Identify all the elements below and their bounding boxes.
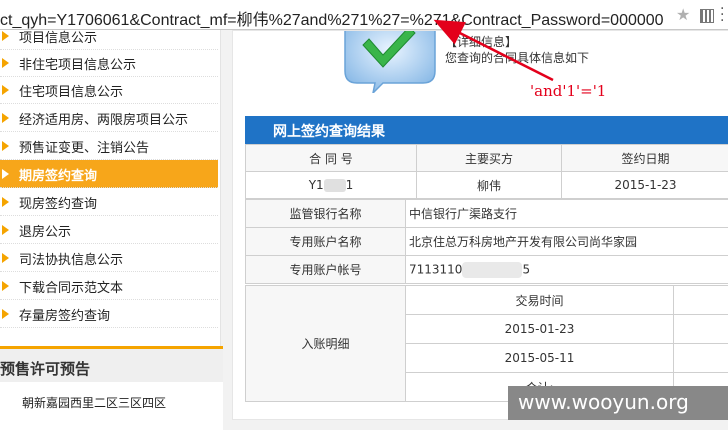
annotation-arrow-icon <box>433 19 554 82</box>
watermark-text: www.wooyun.org <box>518 390 689 414</box>
annotation-text: 'and'1'='1 <box>530 82 607 100</box>
